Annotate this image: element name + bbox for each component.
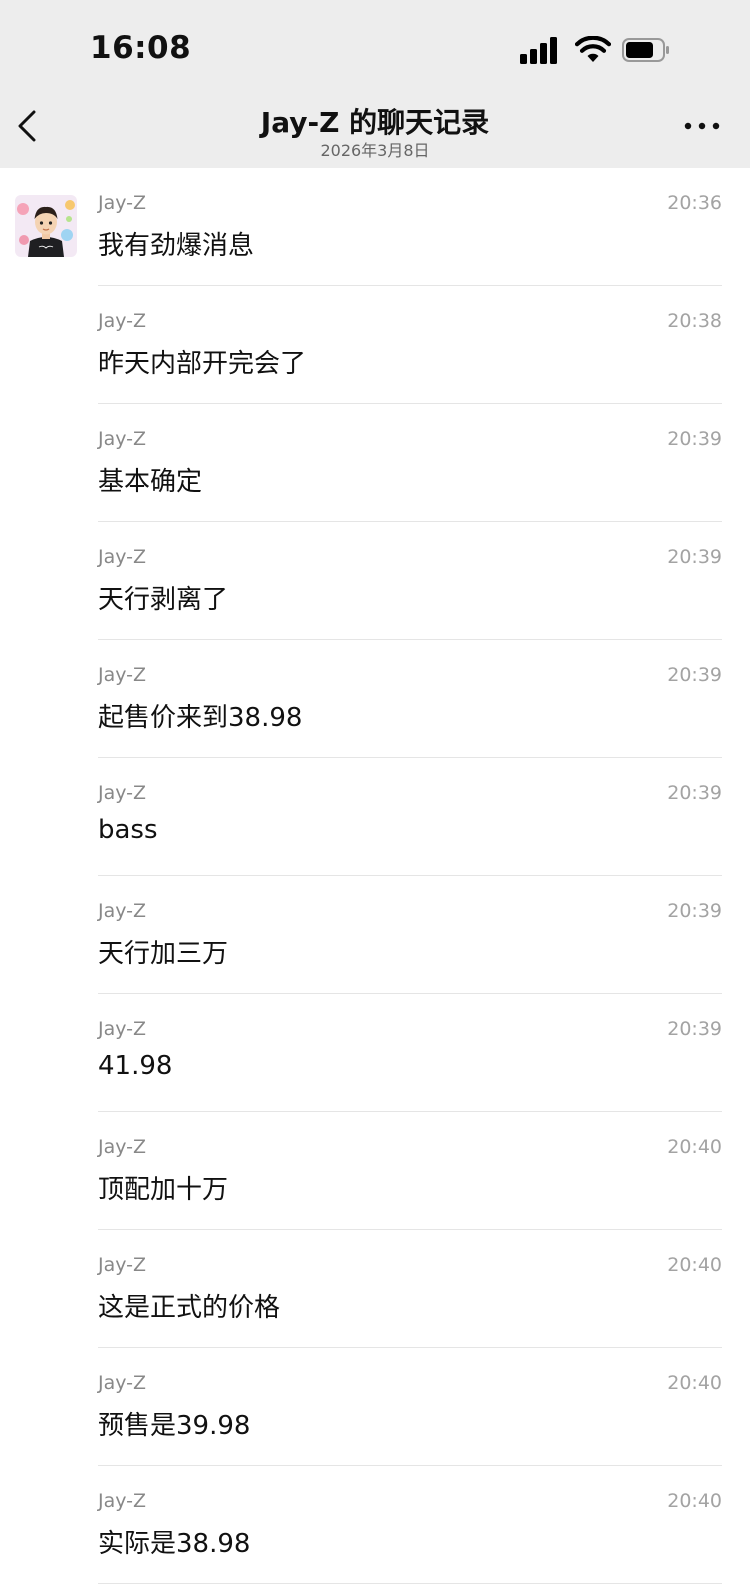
- avatar[interactable]: [15, 195, 77, 257]
- message-time: 20:36: [667, 192, 722, 214]
- message-time: 20:39: [667, 428, 722, 450]
- message-text: 预售是39.98: [98, 1411, 251, 1441]
- message-text: 实际是38.98: [98, 1529, 251, 1559]
- message-sender: Jay-Z: [98, 664, 147, 686]
- page-subtitle-date: 2026年3月8日: [320, 141, 430, 160]
- message-sender: Jay-Z: [98, 1490, 147, 1512]
- page-title: Jay-Z 的聊天记录: [260, 106, 490, 139]
- message-time: 20:39: [667, 782, 722, 804]
- message-text: 起售价来到38.98: [98, 703, 303, 733]
- message-sender: Jay-Z: [98, 1136, 147, 1158]
- top-bar: 16:08 Jay-Z 的聊天记录 2026年3月8日: [0, 0, 750, 168]
- status-time: 16:08: [90, 30, 192, 66]
- message-sender: Jay-Z: [98, 1254, 147, 1276]
- message-time: 20:39: [667, 1018, 722, 1040]
- message-item[interactable]: Jay-Z 20:39 41.98: [0, 994, 750, 1112]
- message-item[interactable]: Jay-Z 20:40 预售是39.98: [0, 1348, 750, 1466]
- message-item[interactable]: Jay-Z 20:39 bass: [0, 758, 750, 876]
- message-text: 这是正式的价格: [98, 1293, 281, 1323]
- message-time: 20:40: [667, 1136, 722, 1158]
- divider: [98, 1583, 722, 1584]
- message-text: bass: [98, 815, 158, 845]
- message-item[interactable]: Jay-Z 20:39 天行剥离了: [0, 522, 750, 640]
- message-sender: Jay-Z: [98, 900, 147, 922]
- message-sender: Jay-Z: [98, 192, 147, 214]
- message-item[interactable]: Jay-Z 20:40 实际是38.98: [0, 1466, 750, 1584]
- message-time: 20:40: [667, 1490, 722, 1512]
- battery-icon: [622, 38, 669, 62]
- message-sender: Jay-Z: [98, 782, 147, 804]
- message-text: 天行剥离了: [98, 585, 229, 615]
- more-button[interactable]: [682, 116, 722, 136]
- signal-icon: [520, 36, 560, 64]
- message-sender: Jay-Z: [98, 1018, 147, 1040]
- message-time: 20:39: [667, 900, 722, 922]
- message-list: Jay-Z 20:36 我有劲爆消息 Jay-Z 20:38 昨天内部开完会了 …: [0, 168, 750, 1584]
- message-time: 20:39: [667, 546, 722, 568]
- message-item[interactable]: Jay-Z 20:36 我有劲爆消息: [0, 168, 750, 286]
- message-text: 昨天内部开完会了: [98, 349, 307, 379]
- message-item[interactable]: Jay-Z 20:40 这是正式的价格: [0, 1230, 750, 1348]
- message-sender: Jay-Z: [98, 428, 147, 450]
- message-item[interactable]: Jay-Z 20:39 天行加三万: [0, 876, 750, 994]
- message-text: 顶配加十万: [98, 1175, 229, 1205]
- status-icons: [520, 36, 680, 66]
- message-time: 20:38: [667, 310, 722, 332]
- message-item[interactable]: Jay-Z 20:39 基本确定: [0, 404, 750, 522]
- message-time: 20:40: [667, 1372, 722, 1394]
- message-sender: Jay-Z: [98, 310, 147, 332]
- more-icon: [684, 122, 720, 130]
- message-sender: Jay-Z: [98, 1372, 147, 1394]
- message-text: 41.98: [98, 1051, 173, 1081]
- message-time: 20:39: [667, 664, 722, 686]
- message-item[interactable]: Jay-Z 20:39 起售价来到38.98: [0, 640, 750, 758]
- navigation-bar: Jay-Z 的聊天记录 2026年3月8日: [0, 98, 750, 160]
- message-sender: Jay-Z: [98, 546, 147, 568]
- message-text: 天行加三万: [98, 939, 229, 969]
- message-time: 20:40: [667, 1254, 722, 1276]
- message-item[interactable]: Jay-Z 20:40 顶配加十万: [0, 1112, 750, 1230]
- message-text: 我有劲爆消息: [98, 231, 255, 261]
- wifi-icon: [575, 36, 611, 62]
- message-item[interactable]: Jay-Z 20:38 昨天内部开完会了: [0, 286, 750, 404]
- message-text: 基本确定: [98, 467, 203, 497]
